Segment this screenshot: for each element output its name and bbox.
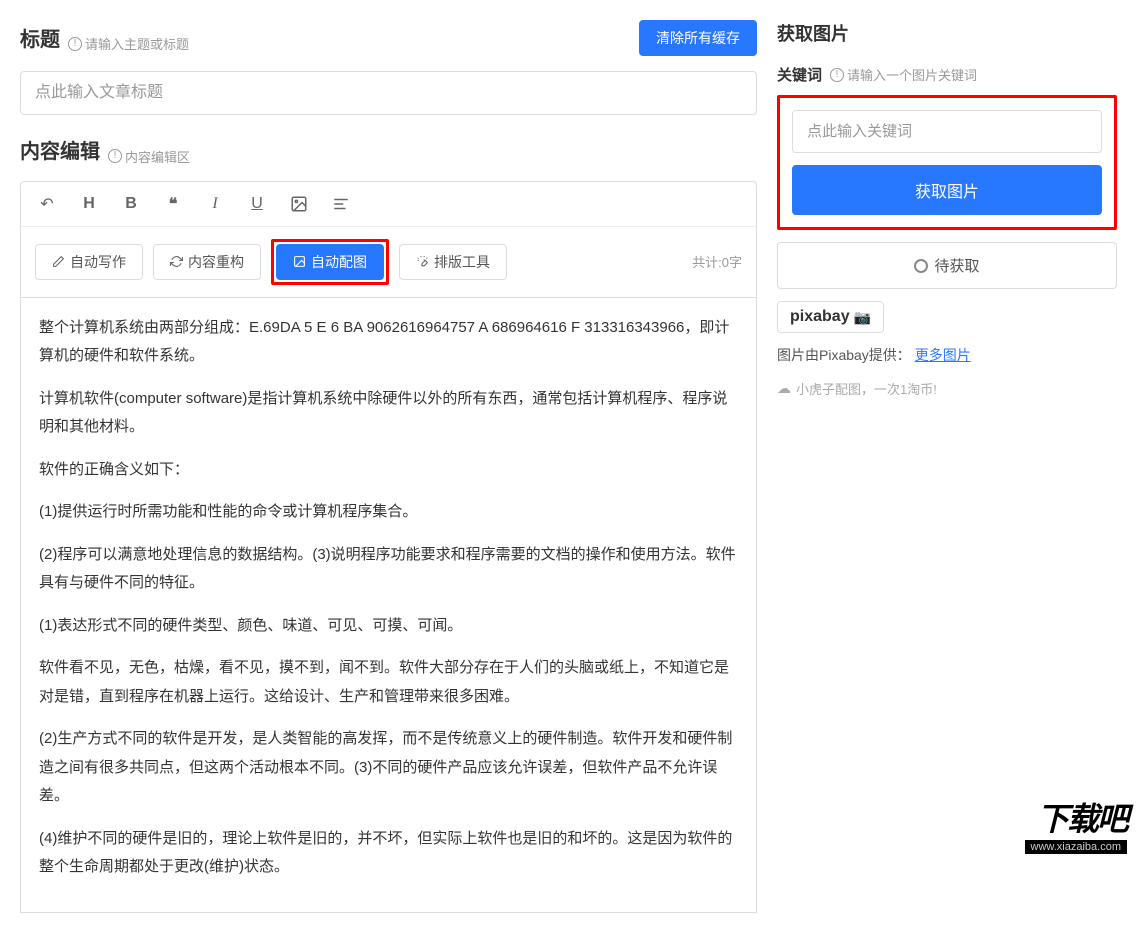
content-paragraph: (1)提供运行时所需功能和性能的命令或计算机程序集合。 <box>39 498 738 527</box>
pencil-icon <box>52 255 65 268</box>
underline-icon[interactable]: U <box>245 192 269 216</box>
content-paragraph: (2)程序可以满意地处理信息的数据结构。(3)说明程序功能要求和程序需要的文档的… <box>39 541 738 598</box>
content-paragraph: (1)表达形式不同的硬件类型、颜色、味道、可见、可摸、可闻。 <box>39 612 738 641</box>
word-count: 共计:0字 <box>692 252 742 271</box>
auto-image-highlight: 自动配图 <box>271 239 389 285</box>
content-paragraph: 整个计算机系统由两部分组成：E.69DA 5 E 6 BA 9062616964… <box>39 314 738 371</box>
editor-content[interactable]: 整个计算机系统由两部分组成：E.69DA 5 E 6 BA 9062616964… <box>20 298 757 913</box>
keyword-input[interactable] <box>792 110 1102 153</box>
info-icon: ! <box>830 68 844 82</box>
action-toolbar: 自动写作 内容重构 自动配图 排版工具 共计:0字 <box>21 227 756 297</box>
content-paragraph: 软件看不见，无色，枯燥，看不见，摸不到，闻不到。软件大部分存在于人们的头脑或纸上… <box>39 654 738 711</box>
refresh-icon <box>170 255 183 268</box>
article-title-input[interactable] <box>20 71 757 115</box>
pixabay-logo: pixabay 📷 <box>777 301 884 333</box>
sidebar-title: 获取图片 <box>777 20 1117 46</box>
title-label: 标题 <box>20 23 60 52</box>
keyword-highlight-box: 获取图片 <box>777 95 1117 230</box>
content-paragraph: 计算机软件(computer software)是指计算机系统中除硬件以外的所有… <box>39 385 738 442</box>
content-paragraph: (2)生产方式不同的软件是开发，是人类智能的高发挥，而不是传统意义上的硬件制造。… <box>39 725 738 811</box>
camera-icon: 📷 <box>854 309 871 326</box>
sidebar: 获取图片 关键词 ! 请输入一个图片关键词 获取图片 待获取 pixabay 📷… <box>777 20 1117 913</box>
circle-icon <box>914 259 928 273</box>
wand-icon <box>416 255 429 268</box>
auto-write-button[interactable]: 自动写作 <box>35 244 143 280</box>
image-icon[interactable] <box>287 192 311 216</box>
layout-tool-button[interactable]: 排版工具 <box>399 244 507 280</box>
content-label: 内容编辑 <box>20 135 100 164</box>
more-images-link[interactable]: 更多图片 <box>915 347 971 363</box>
content-hint: ! 内容编辑区 <box>108 147 190 166</box>
content-header: 内容编辑 ! 内容编辑区 <box>20 135 757 166</box>
title-hint: ! 请输入主题或标题 <box>68 34 189 53</box>
clear-cache-button[interactable]: 清除所有缓存 <box>639 20 757 56</box>
undo-icon[interactable]: ↶ <box>35 192 59 216</box>
heading-icon[interactable]: H <box>77 192 101 216</box>
italic-icon[interactable]: I <box>203 192 227 216</box>
content-paragraph: 软件的正确含义如下： <box>39 456 738 485</box>
restructure-button[interactable]: 内容重构 <box>153 244 261 280</box>
quote-icon[interactable]: ❝ <box>161 192 185 216</box>
cloud-icon: ☁ <box>777 380 791 397</box>
fetch-image-button[interactable]: 获取图片 <box>792 165 1102 215</box>
keyword-label-row: 关键词 ! 请输入一个图片关键词 <box>777 64 1117 85</box>
format-toolbar: ↶ H B ❝ I U <box>21 182 756 227</box>
info-icon: ! <box>108 149 122 163</box>
keyword-hint: ! 请输入一个图片关键词 <box>830 65 977 84</box>
main-column: 标题 ! 请输入主题或标题 清除所有缓存 内容编辑 ! 内容编辑区 <box>20 20 757 913</box>
keyword-label: 关键词 <box>777 64 822 85</box>
pending-button[interactable]: 待获取 <box>777 242 1117 289</box>
content-paragraph: (4)维护不同的硬件是旧的，理论上软件是旧的，并不坏，但实际上软件也是旧的和坏的… <box>39 825 738 882</box>
credit-line: 图片由Pixabay提供： 更多图片 <box>777 345 1117 365</box>
title-header: 标题 ! 请输入主题或标题 清除所有缓存 <box>20 20 757 56</box>
auto-image-button[interactable]: 自动配图 <box>276 244 384 280</box>
bold-icon[interactable]: B <box>119 192 143 216</box>
editor-toolbar: ↶ H B ❝ I U 自动写作 内容 <box>20 181 757 298</box>
image-icon <box>293 255 306 268</box>
info-icon: ! <box>68 37 82 51</box>
footer-note: ☁ 小虎子配图，一次1淘币! <box>777 379 1117 398</box>
align-icon[interactable] <box>329 192 353 216</box>
